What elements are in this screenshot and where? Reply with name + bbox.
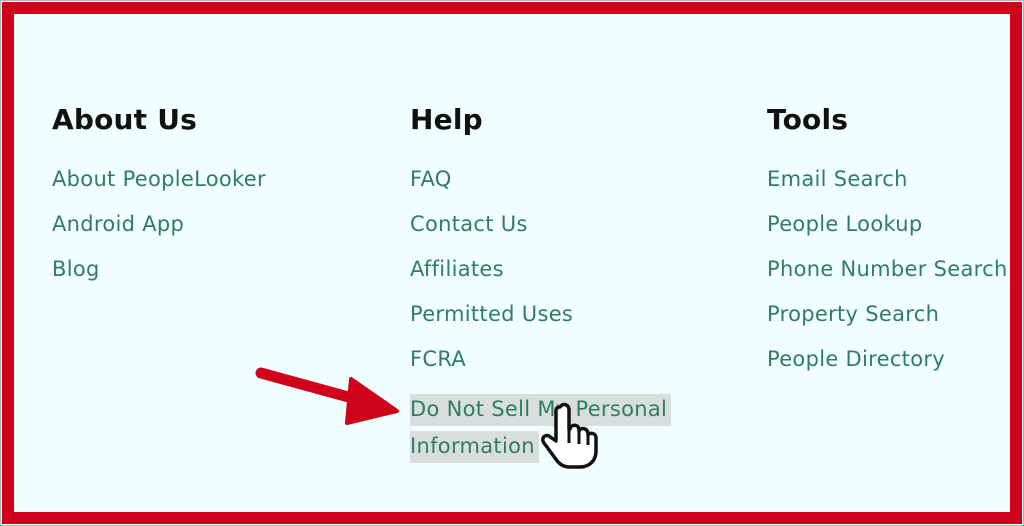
- about-links: About PeopleLooker Android App Blog: [52, 166, 266, 301]
- do-not-sell-line2: Information: [410, 431, 539, 463]
- highlight-border: About Us About PeopleLooker Android App …: [2, 2, 1022, 524]
- fcra-link[interactable]: FCRA: [410, 347, 466, 371]
- list-item: Email Search: [767, 166, 1008, 211]
- list-item: About PeopleLooker: [52, 166, 266, 211]
- list-item: People Directory: [767, 346, 1008, 391]
- footer-column-tools: Tools Email Search People Lookup Phone N…: [767, 100, 1008, 391]
- list-item: Android App: [52, 211, 266, 256]
- faq-link[interactable]: FAQ: [410, 167, 452, 191]
- footer-column-about: About Us About PeopleLooker Android App …: [52, 100, 266, 301]
- android-app-link[interactable]: Android App: [52, 212, 184, 236]
- email-search-link[interactable]: Email Search: [767, 167, 908, 191]
- about-peoplelooker-link[interactable]: About PeopleLooker: [52, 167, 266, 191]
- tools-heading: Tools: [767, 103, 849, 136]
- phone-number-search-link[interactable]: Phone Number Search: [767, 257, 1008, 281]
- property-search-link[interactable]: Property Search: [767, 302, 939, 326]
- people-lookup-link[interactable]: People Lookup: [767, 212, 923, 236]
- permitted-uses-link[interactable]: Permitted Uses: [410, 302, 573, 326]
- list-item: Blog: [52, 256, 266, 301]
- red-arrow-icon: [255, 367, 399, 425]
- list-item: Contact Us: [410, 211, 680, 256]
- affiliates-link[interactable]: Affiliates: [410, 257, 504, 281]
- people-directory-link[interactable]: People Directory: [767, 347, 945, 371]
- list-item: Permitted Uses: [410, 301, 680, 346]
- help-heading: Help: [410, 103, 483, 136]
- list-item: Phone Number Search: [767, 256, 1008, 301]
- blog-link[interactable]: Blog: [52, 257, 100, 281]
- list-item: FAQ: [410, 166, 680, 211]
- list-item: Affiliates: [410, 256, 680, 301]
- list-item: Property Search: [767, 301, 1008, 346]
- about-heading: About Us: [52, 103, 198, 136]
- list-item: People Lookup: [767, 211, 1008, 256]
- list-item: FCRA: [410, 346, 680, 391]
- tools-links: Email Search People Lookup Phone Number …: [767, 166, 1008, 391]
- screenshot-frame: About Us About PeopleLooker Android App …: [0, 0, 1024, 526]
- contact-us-link[interactable]: Contact Us: [410, 212, 528, 236]
- hand-cursor-icon: [541, 402, 598, 469]
